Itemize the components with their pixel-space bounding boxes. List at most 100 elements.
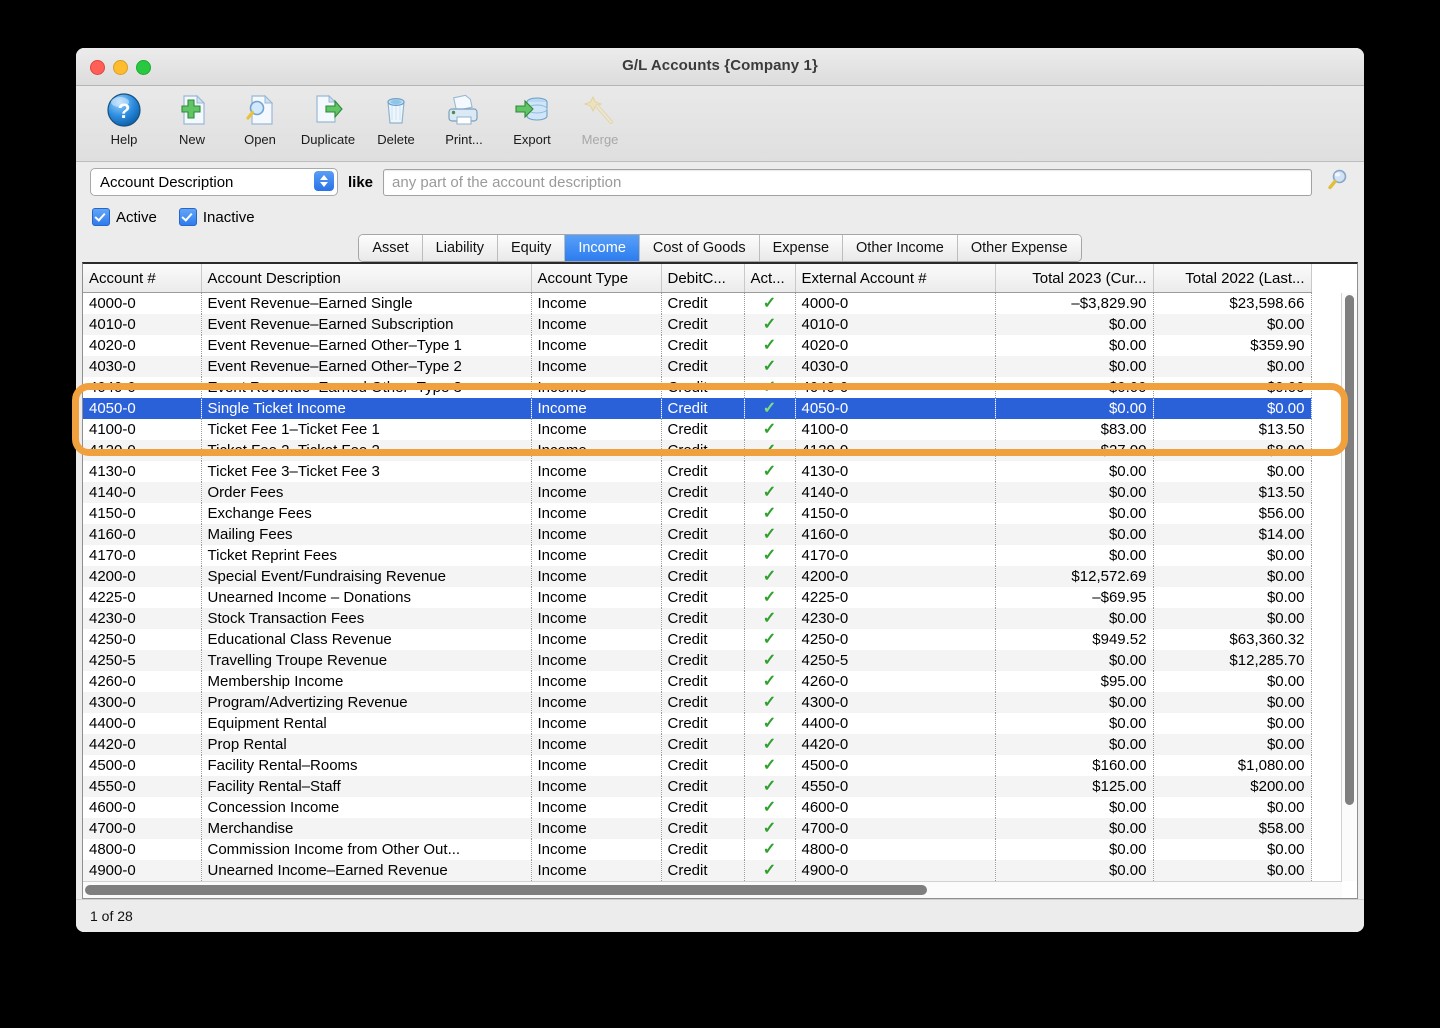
- cell-type: Income: [531, 608, 662, 629]
- table-row[interactable]: 4130-0 Ticket Fee 3–Ticket Fee 3 Income Cre…: [83, 461, 1312, 482]
- cell-total2022: $0.00: [1153, 566, 1312, 587]
- print-button[interactable]: Print...: [430, 89, 498, 147]
- cell-type: Income: [531, 860, 662, 881]
- search-input[interactable]: any part of the account description: [383, 168, 1312, 196]
- table-row[interactable]: 4200-0 Special Event/Fundraising Revenue I…: [83, 566, 1312, 587]
- cell-active: ✓: [744, 797, 796, 818]
- horizontal-scrollbar[interactable]: [83, 881, 1342, 898]
- table-row[interactable]: 4100-0 Ticket Fee 1–Ticket Fee 1 Income Cre…: [83, 419, 1312, 440]
- table-row[interactable]: 4260-0 Membership Income Income Credit ✓ 4260…: [83, 671, 1312, 692]
- cell-total2023: $0.00: [995, 356, 1154, 377]
- active-check-icon: ✓: [762, 295, 777, 312]
- active-check-icon: ✓: [762, 547, 777, 564]
- tab-asset[interactable]: Asset: [359, 235, 423, 261]
- column-header-description[interactable]: Account Description: [201, 264, 532, 293]
- table-row[interactable]: 4420-0 Prop Rental Income Credit ✓ 4420-0 $0.0…: [83, 734, 1312, 755]
- new-button[interactable]: New: [158, 89, 226, 147]
- cell-account: 4150-0: [83, 503, 202, 524]
- table-row[interactable]: 4160-0 Mailing Fees Income Credit ✓ 4160-0 $0.…: [83, 524, 1312, 545]
- cell-active: ✓: [744, 671, 796, 692]
- table-row[interactable]: 4230-0 Stock Transaction Fees Income Credit…: [83, 608, 1312, 629]
- column-header-debitcredit[interactable]: DebitC...: [661, 264, 745, 293]
- active-checkbox[interactable]: Active: [92, 208, 157, 226]
- cell-description: Event Revenue–Earned Other–Type 2: [201, 356, 532, 377]
- cell-total2022: $56.00: [1153, 503, 1312, 524]
- table-row[interactable]: 4030-0 Event Revenue–Earned Other–Type 2I…: [83, 356, 1312, 377]
- tab-label: Asset: [372, 240, 409, 256]
- table-row[interactable]: 4900-0 Unearned Income–Earned Revenue Inco…: [83, 860, 1312, 881]
- vertical-scrollbar[interactable]: [1341, 293, 1357, 881]
- cell-external: 4700-0: [795, 818, 996, 839]
- help-button[interactable]: ? Help: [90, 89, 158, 147]
- active-check-icon: ✓: [762, 862, 777, 879]
- table-row[interactable]: 4120-0 Ticket Fee 2–Ticket Fee 2 Income Cre…: [83, 440, 1312, 461]
- horizontal-scrollbar-thumb[interactable]: [85, 885, 927, 895]
- export-button[interactable]: Export: [498, 89, 566, 147]
- cell-debitcredit: Credit: [661, 335, 745, 356]
- table-row[interactable]: 4170-0 Ticket Reprint Fees Income Credit ✓ 41…: [83, 545, 1312, 566]
- search-field-selector-value: Account Description: [100, 173, 234, 191]
- tab-other-income[interactable]: Other Income: [843, 235, 958, 261]
- table-row[interactable]: 4020-0 Event Revenue–Earned Other–Type 1I…: [83, 335, 1312, 356]
- column-header-external[interactable]: External Account #: [795, 264, 996, 293]
- table-row[interactable]: 4150-0 Exchange Fees Income Credit ✓ 4150-0 $0…: [83, 503, 1312, 524]
- cell-debitcredit: Credit: [661, 292, 745, 314]
- cell-active: ✓: [744, 839, 796, 860]
- table-row[interactable]: 4010-0 Event Revenue–Earned Subscription I…: [83, 314, 1312, 335]
- cell-description: Unearned Income – Donations: [201, 587, 532, 608]
- cell-external: 4600-0: [795, 797, 996, 818]
- delete-button[interactable]: Delete: [362, 89, 430, 147]
- column-header-account[interactable]: Account #: [83, 264, 202, 293]
- search-field-selector[interactable]: Account Description: [90, 168, 338, 196]
- tab-equity[interactable]: Equity: [498, 235, 566, 261]
- cell-debitcredit: Credit: [661, 839, 745, 860]
- cell-description: Equipment Rental: [201, 713, 532, 734]
- table-row[interactable]: 4800-0 Commission Income from Other Out..…: [83, 839, 1312, 860]
- cell-external: 4010-0: [795, 314, 996, 335]
- tab-income[interactable]: Income: [565, 235, 640, 261]
- table-row[interactable]: 4225-0 Unearned Income – Donations Income C…: [83, 587, 1312, 608]
- active-check-icon: ✓: [762, 421, 777, 438]
- table-row[interactable]: 4400-0 Equipment Rental Income Credit ✓ 4400-…: [83, 713, 1312, 734]
- table-row[interactable]: 4600-0 Concession Income Income Credit ✓ 4600…: [83, 797, 1312, 818]
- cell-total2022: $0.00: [1153, 398, 1312, 419]
- cell-debitcredit: Credit: [661, 608, 745, 629]
- cell-type: Income: [531, 713, 662, 734]
- table-row[interactable]: 4500-0 Facility Rental–Rooms Income Credit ✓…: [83, 755, 1312, 776]
- cell-active: ✓: [744, 755, 796, 776]
- table-row[interactable]: 4050-0 Single Ticket Income Income Credit ✓ 4…: [83, 398, 1312, 419]
- tab-liability[interactable]: Liability: [422, 235, 499, 261]
- cell-total2022: $1,080.00: [1153, 755, 1312, 776]
- column-header-active[interactable]: Act...: [744, 264, 796, 293]
- cell-active: ✓: [744, 650, 796, 671]
- table-row[interactable]: 4000-0 Event Revenue–Earned Single Income C…: [83, 292, 1312, 314]
- table-row[interactable]: 4250-5 Travelling Troupe Revenue Income Cre…: [83, 650, 1312, 671]
- cell-active: ✓: [744, 356, 796, 377]
- tab-other-expense[interactable]: Other Expense: [957, 235, 1081, 261]
- export-icon: [513, 89, 551, 131]
- table-row[interactable]: 4250-0 Educational Class Revenue Income Cre…: [83, 629, 1312, 650]
- table-row[interactable]: 4700-0 Merchandise Income Credit ✓ 4700-0 $0.0…: [83, 818, 1312, 839]
- table-row[interactable]: 4140-0 Order Fees Income Credit ✓ 4140-0 $0.00…: [83, 482, 1312, 503]
- duplicate-button[interactable]: Duplicate: [294, 89, 362, 147]
- table-body: 4000-0 Event Revenue–Earned Single Income C…: [83, 292, 1312, 881]
- tab-expense[interactable]: Expense: [759, 235, 844, 261]
- tab-label: Other Income: [856, 240, 944, 256]
- table-row[interactable]: 4300-0 Program/Advertizing Revenue Income C…: [83, 692, 1312, 713]
- column-header-type[interactable]: Account Type: [531, 264, 662, 293]
- inactive-checkbox[interactable]: Inactive: [178, 208, 255, 226]
- cell-total2023: $95.00: [995, 671, 1154, 692]
- cell-external: 4300-0: [795, 692, 996, 713]
- column-header-total2023[interactable]: Total 2023 (Cur...: [995, 264, 1154, 293]
- table-row[interactable]: 4550-0 Facility Rental–Staff Income Credit ✓…: [83, 776, 1312, 797]
- vertical-scrollbar-thumb[interactable]: [1345, 295, 1354, 805]
- cell-account: 4040-0: [83, 377, 202, 398]
- column-header-total2022[interactable]: Total 2022 (Last...: [1153, 264, 1312, 293]
- cell-external: 4500-0: [795, 755, 996, 776]
- tab-cost-of-goods[interactable]: Cost of Goods: [639, 235, 760, 261]
- active-check-icon: ✓: [762, 715, 777, 732]
- open-button[interactable]: Open: [226, 89, 294, 147]
- cell-debitcredit: Credit: [661, 587, 745, 608]
- table-row[interactable]: 4040-0 Event Revenue–Earned Other–Type 3I…: [83, 377, 1312, 398]
- search-button[interactable]: [1322, 167, 1354, 197]
